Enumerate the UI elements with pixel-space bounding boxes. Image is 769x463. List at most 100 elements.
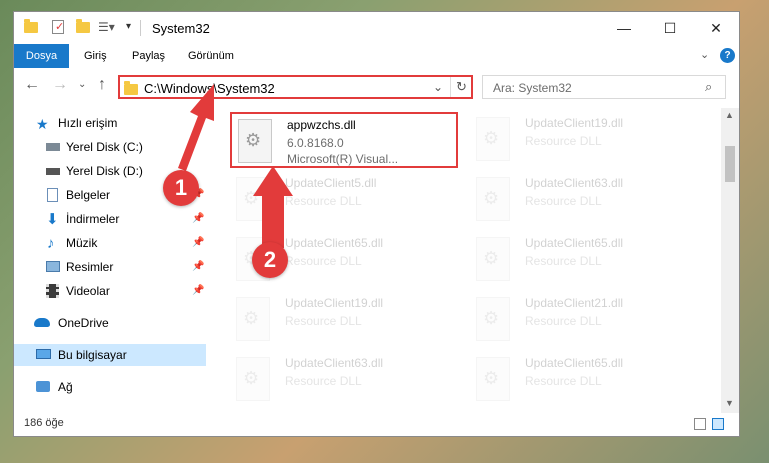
sidebar-item-label: Belgeler — [66, 188, 111, 202]
sidebar-item-pictures[interactable]: Resimler 📌 — [14, 256, 206, 278]
dll-file-icon — [476, 177, 510, 221]
file-item[interactable]: UpdateClient65.dll Resource DLL — [470, 232, 700, 288]
dll-file-icon — [476, 237, 510, 281]
dll-file-icon — [236, 297, 270, 341]
address-bar[interactable]: C:\Windows\System32 ⌄ ↻ — [118, 75, 473, 99]
tiles-view-icon[interactable] — [712, 418, 724, 430]
title-separator — [140, 20, 141, 36]
file-description: Resource DLL — [525, 134, 602, 148]
search-placeholder: Ara: System32 — [493, 81, 572, 95]
dll-file-icon — [236, 177, 270, 221]
computer-icon — [36, 349, 51, 359]
item-count: 186 öğe — [24, 417, 64, 429]
sidebar-item-quick-access[interactable]: ★ Hızlı erişim — [14, 112, 206, 134]
sidebar-item-label: Ağ — [58, 380, 73, 394]
title-bar: ✓ ☰▾ ▾ System32 — ☐ ✕ — [14, 12, 739, 44]
sidebar-item-onedrive[interactable]: OneDrive — [14, 312, 206, 334]
file-name: UpdateClient65.dll — [285, 236, 384, 250]
ribbon-tabs: Dosya Giriş Paylaş Görünüm ⌄ ? — [14, 44, 739, 68]
file-item[interactable]: UpdateClient63.dll Resource DLL — [230, 352, 460, 408]
dll-file-icon — [476, 357, 510, 401]
sidebar-item-label: Yerel Disk (D:) — [66, 164, 143, 178]
scrollbar-thumb[interactable] — [725, 146, 735, 182]
forward-button[interactable]: → — [52, 76, 68, 94]
file-description: Resource DLL — [285, 374, 362, 388]
file-description: Microsoft(R) Visual... — [287, 152, 399, 166]
star-icon: ★ — [36, 116, 49, 132]
dll-file-icon — [238, 119, 272, 163]
file-name: appwzchs.dll — [287, 118, 356, 132]
back-button[interactable]: ← — [24, 76, 40, 94]
file-item[interactable]: UpdateClient63.dll Resource DLL — [470, 172, 700, 228]
sidebar-item-disk-c[interactable]: Yerel Disk (C:) — [14, 136, 206, 158]
tab-view[interactable]: Görünüm — [178, 44, 244, 68]
folder-icon — [24, 19, 38, 33]
video-icon — [46, 284, 59, 298]
scroll-up-icon[interactable]: ▲ — [725, 110, 734, 120]
tab-file[interactable]: Dosya — [14, 44, 69, 68]
vertical-scrollbar[interactable]: ▲ ▼ — [721, 108, 739, 413]
address-folder-icon — [124, 81, 138, 95]
file-item[interactable]: UpdateClient19.dll Resource DLL — [470, 112, 700, 168]
pin-icon[interactable]: 📌 — [192, 232, 204, 254]
pin-icon[interactable]: 📌 — [192, 208, 204, 230]
pin-icon[interactable]: 📌 — [192, 280, 204, 302]
file-name: UpdateClient63.dll — [525, 176, 624, 190]
file-item[interactable]: UpdateClient21.dll Resource DLL — [470, 292, 700, 348]
file-description: Resource DLL — [285, 254, 362, 268]
pictures-icon — [46, 261, 60, 272]
properties-icon[interactable]: ✓ — [52, 20, 64, 34]
help-icon[interactable]: ? — [720, 48, 735, 63]
file-name: UpdateClient65.dll — [525, 356, 624, 370]
dll-file-icon — [476, 297, 510, 341]
sidebar-item-videos[interactable]: Videolar 📌 — [14, 280, 206, 302]
search-input[interactable]: Ara: System32 ⌕ — [482, 75, 726, 99]
file-description: Resource DLL — [525, 314, 602, 328]
file-list: appwzchs.dll 6.0.8168.0 Microsoft(R) Vis… — [220, 108, 720, 413]
new-folder-icon[interactable] — [76, 19, 90, 33]
sidebar-item-this-pc[interactable]: Bu bilgisayar — [14, 344, 206, 366]
file-name: UpdateClient63.dll — [285, 356, 384, 370]
pin-icon[interactable]: 📌 — [192, 256, 204, 278]
file-item[interactable]: UpdateClient5.dll Resource DLL — [230, 172, 460, 228]
tab-share[interactable]: Paylaş — [122, 44, 175, 68]
sidebar-item-label: Müzik — [66, 236, 98, 250]
search-icon[interactable]: ⌕ — [705, 79, 712, 95]
sidebar-item-network[interactable]: Ağ — [14, 376, 206, 398]
address-dropdown-icon[interactable]: ⌄ — [433, 80, 443, 94]
dll-file-icon — [236, 357, 270, 401]
address-path[interactable]: C:\Windows\System32 — [144, 81, 275, 96]
sidebar-item-downloads[interactable]: ⬇ İndirmeler 📌 — [14, 208, 206, 230]
status-bar: 186 öğe — [14, 413, 739, 436]
drive-icon — [46, 168, 60, 175]
ribbon-expand-icon[interactable]: ⌄ — [700, 48, 709, 61]
file-item[interactable]: UpdateClient19.dll Resource DLL — [230, 292, 460, 348]
recent-locations-icon[interactable]: ⌄ — [78, 79, 86, 90]
up-button[interactable]: ↑ — [98, 76, 106, 94]
maximize-button[interactable]: ☐ — [647, 12, 693, 44]
file-item-appwzchs[interactable]: appwzchs.dll 6.0.8168.0 Microsoft(R) Vis… — [230, 112, 458, 168]
sidebar-item-label: Resimler — [66, 260, 114, 274]
minimize-button[interactable]: — — [601, 12, 647, 44]
tab-home[interactable]: Giriş — [74, 44, 117, 68]
file-version: 6.0.8168.0 — [287, 136, 344, 150]
file-item[interactable]: UpdateClient65.dll Resource DLL — [470, 352, 700, 408]
file-name: UpdateClient21.dll — [525, 296, 624, 310]
scroll-down-icon[interactable]: ▼ — [725, 398, 734, 408]
network-icon — [36, 381, 50, 392]
navigation-pane: ★ Hızlı erişim Yerel Disk (C:) Yerel Dis… — [14, 108, 206, 413]
sidebar-item-label: İndirmeler — [66, 212, 120, 226]
close-button[interactable]: ✕ — [693, 12, 739, 44]
customize-toolbar-icon[interactable]: ▾ — [126, 21, 131, 32]
file-description: Resource DLL — [525, 254, 602, 268]
navigation-bar: ← → ⌄ ↑ C:\Windows\System32 ⌄ ↻ Ara: Sys… — [14, 70, 739, 102]
sidebar-item-label: OneDrive — [58, 316, 109, 330]
refresh-button[interactable]: ↻ — [450, 77, 472, 97]
sidebar-item-music[interactable]: ♪ Müzik 📌 — [14, 232, 206, 254]
file-name: UpdateClient65.dll — [525, 236, 624, 250]
file-name: UpdateClient19.dll — [285, 296, 384, 310]
view-options-icon[interactable]: ☰▾ — [98, 20, 115, 34]
details-view-icon[interactable] — [694, 418, 706, 430]
file-description: Resource DLL — [285, 194, 362, 208]
file-name: UpdateClient5.dll — [285, 176, 377, 190]
